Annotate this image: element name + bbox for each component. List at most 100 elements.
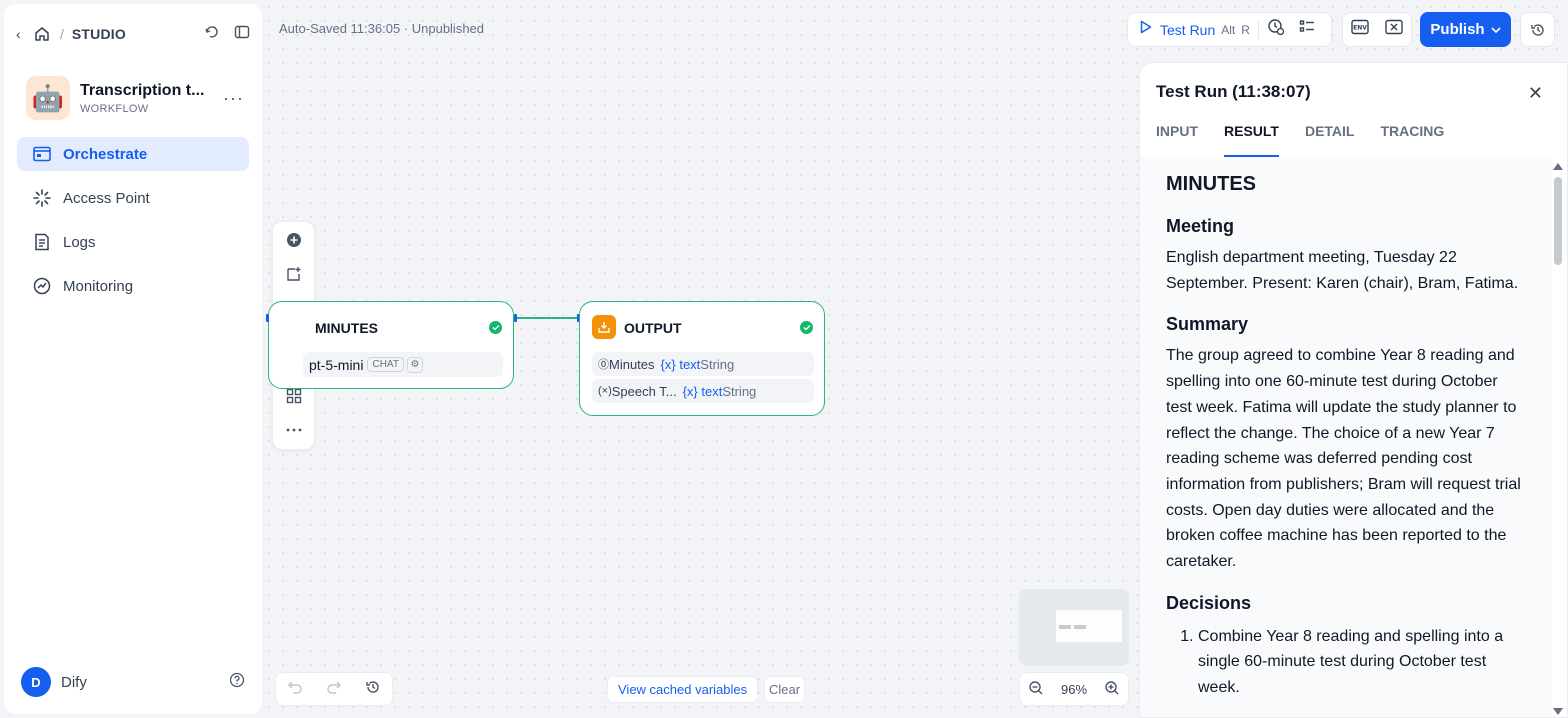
view-cached-variables-button[interactable]: View cached variables xyxy=(607,676,759,703)
result-heading: MINUTES xyxy=(1166,173,1256,195)
app-avatar: 🤖 xyxy=(26,76,70,120)
more-horizontal-icon[interactable] xyxy=(277,415,311,445)
zoom-in-icon[interactable] xyxy=(1104,680,1120,699)
sidebar: ‹ / STUDIO 🤖 Transcription t... WORKFLOW… xyxy=(4,4,262,714)
scroll-down-arrow[interactable] xyxy=(1553,708,1563,715)
add-note-icon[interactable] xyxy=(277,259,311,289)
tab-result[interactable]: RESULT xyxy=(1224,123,1279,157)
chevron-left-icon[interactable]: ‹ xyxy=(16,26,32,42)
vision-icon: ⚙ xyxy=(406,356,423,373)
breadcrumb: ‹ / STUDIO xyxy=(16,20,250,48)
chat-badge: CHAT xyxy=(367,357,404,372)
meeting-text: English department meeting, Tuesday 22 S… xyxy=(1166,249,1519,292)
sidebar-item-label: Logs xyxy=(63,233,96,251)
node-output-handle[interactable] xyxy=(514,314,517,322)
sync-icon[interactable] xyxy=(204,24,220,45)
chevron-down-icon xyxy=(1491,26,1501,33)
decisions-heading: Decisions xyxy=(1166,592,1252,613)
node-minutes[interactable]: MINUTES pt-5-mini CHAT ⚙ xyxy=(268,301,514,389)
output-variable-row: (×) Speech T... {x} text String xyxy=(592,379,814,403)
play-icon xyxy=(1140,20,1152,39)
orchestrate-icon xyxy=(33,145,51,163)
logs-icon xyxy=(33,233,51,251)
output-node-icon xyxy=(592,315,616,339)
panel-tabs: INPUT RESULT DETAIL TRACING xyxy=(1156,123,1567,157)
sidebar-item-monitoring[interactable]: Monitoring xyxy=(17,269,249,303)
success-check-icon xyxy=(800,321,813,334)
publish-label: Publish xyxy=(1430,21,1485,38)
zoom-out-icon[interactable] xyxy=(1028,680,1044,699)
model-name: pt-5-mini xyxy=(309,356,364,373)
close-icon[interactable]: ✕ xyxy=(1528,83,1543,104)
list-item: Combine Year 8 reading and spelling into… xyxy=(1198,624,1526,701)
app-title: Transcription t... xyxy=(80,81,205,99)
checklist-run-icon[interactable] xyxy=(1267,18,1285,41)
variable-icon[interactable] xyxy=(1385,19,1403,40)
summary-heading: Summary xyxy=(1166,314,1249,335)
zoom-level[interactable]: 96% xyxy=(1061,682,1087,697)
svg-text:ENV: ENV xyxy=(1353,25,1367,32)
help-icon[interactable] xyxy=(229,672,245,693)
more-icon[interactable]: ··· xyxy=(223,88,244,109)
meeting-heading: Meeting xyxy=(1166,216,1235,236)
redo-icon[interactable] xyxy=(326,680,342,699)
test-run-panel: Test Run (11:38:07) ✕ INPUT RESULT DETAI… xyxy=(1139,62,1568,718)
minimap[interactable] xyxy=(1019,589,1129,666)
node-input-handle[interactable] xyxy=(266,314,269,322)
output-var-name: Minutes xyxy=(609,356,655,372)
checklist-icon[interactable] xyxy=(1299,19,1315,40)
scrollbar[interactable] xyxy=(1551,163,1563,717)
variable-prefix-icon: ⓪ xyxy=(598,359,609,371)
success-check-icon xyxy=(489,321,502,334)
zoom-controls: 96% xyxy=(1019,672,1129,706)
result-content[interactable]: MINUTES Meeting English department meeti… xyxy=(1140,157,1552,717)
variable-ref: {x} text xyxy=(660,356,701,372)
variable-type: String xyxy=(722,383,757,399)
node-title: MINUTES xyxy=(315,320,378,336)
node-output[interactable]: OUTPUT ⓪ Minutes {x} text String (×) Spe… xyxy=(579,301,825,416)
undo-icon[interactable] xyxy=(287,680,303,699)
node-title: OUTPUT xyxy=(624,320,682,336)
clear-button[interactable]: Clear xyxy=(764,676,806,703)
tab-tracing[interactable]: TRACING xyxy=(1380,123,1444,157)
sidebar-item-label: Access Point xyxy=(63,189,150,207)
summary-text: The group agreed to combine Year 8 readi… xyxy=(1166,347,1521,571)
user-name: Dify xyxy=(61,673,87,691)
app-type: WORKFLOW xyxy=(80,102,149,115)
autosave-status: Auto-Saved 11:36:05 · Unpublished xyxy=(279,21,485,36)
shortcut-r: R xyxy=(1241,22,1250,37)
panel-title: Test Run (11:38:07) xyxy=(1156,82,1311,101)
version-history-button[interactable] xyxy=(1520,12,1555,47)
scroll-thumb[interactable] xyxy=(1554,177,1562,265)
sidebar-toggle-icon[interactable] xyxy=(234,24,250,45)
tab-input[interactable]: INPUT xyxy=(1156,123,1198,157)
sidebar-item-access-point[interactable]: Access Point xyxy=(17,181,249,215)
studio-link[interactable]: STUDIO xyxy=(72,26,126,42)
test-run-button[interactable]: Test Run xyxy=(1160,22,1215,38)
history-icon xyxy=(1530,23,1544,36)
add-node-icon[interactable] xyxy=(277,225,311,255)
avatar: D xyxy=(21,667,51,697)
sidebar-item-logs[interactable]: Logs xyxy=(17,225,249,259)
user-menu[interactable]: D Dify xyxy=(21,667,245,697)
tab-detail[interactable]: DETAIL xyxy=(1305,123,1355,157)
sidebar-item-orchestrate[interactable]: Orchestrate xyxy=(17,137,249,171)
monitoring-icon xyxy=(33,277,51,295)
history-icon[interactable] xyxy=(365,679,381,700)
env-icon[interactable]: ENV xyxy=(1351,19,1369,40)
variable-prefix-icon: (×) xyxy=(598,385,612,397)
home-icon[interactable] xyxy=(32,25,52,43)
variable-ref: {x} text xyxy=(682,383,723,399)
sidebar-nav: Orchestrate Access Point Logs Monitoring xyxy=(17,137,249,313)
test-run-group: Test Run Alt R xyxy=(1127,12,1332,47)
app-card[interactable]: 🤖 Transcription t... WORKFLOW ··· xyxy=(26,76,244,120)
output-var-name: Speech T... xyxy=(611,383,677,399)
undo-redo-group xyxy=(275,672,393,706)
sidebar-item-label: Monitoring xyxy=(63,277,134,295)
model-selector[interactable]: pt-5-mini CHAT ⚙ xyxy=(303,352,503,377)
variable-type: String xyxy=(700,356,735,372)
publish-button[interactable]: Publish xyxy=(1420,12,1511,47)
edge-connection[interactable] xyxy=(516,317,578,319)
decisions-list: Combine Year 8 reading and spelling into… xyxy=(1166,624,1526,701)
scroll-up-arrow[interactable] xyxy=(1553,163,1563,170)
